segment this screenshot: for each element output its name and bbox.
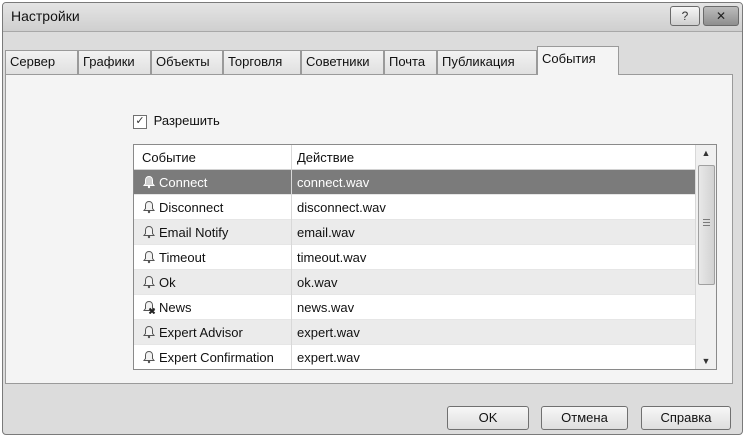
event-name: Expert Confirmation	[159, 350, 274, 365]
bell-icon	[143, 325, 155, 339]
bell-disabled-icon	[143, 300, 156, 314]
bell-icon	[143, 350, 155, 364]
column-header-action[interactable]: Действие	[297, 150, 354, 165]
event-action[interactable]: disconnect.wav	[297, 200, 386, 215]
table-row[interactable]: Timeout timeout.wav	[134, 245, 697, 270]
scroll-up-arrow-icon[interactable]: ▲	[696, 145, 716, 161]
window-title: Настройки	[11, 8, 80, 24]
table-row[interactable]: Expert Advisor expert.wav	[134, 320, 697, 345]
event-action[interactable]: expert.wav	[297, 350, 360, 365]
event-rows: Connect connect.wav Disconnect disconnec…	[134, 170, 697, 369]
vertical-scrollbar[interactable]: ▲ ▼	[695, 145, 716, 369]
tab-email[interactable]: Почта	[384, 50, 437, 74]
bell-icon	[143, 175, 155, 189]
table-row[interactable]: Connect connect.wav	[134, 170, 697, 195]
event-name: Timeout	[159, 250, 206, 265]
scrollbar-thumb[interactable]	[698, 165, 715, 285]
tab-events[interactable]: События	[537, 46, 619, 75]
ok-button[interactable]: OK	[447, 406, 529, 430]
bell-icon	[143, 250, 155, 264]
event-action[interactable]: email.wav	[297, 225, 355, 240]
help-dialog-button[interactable]: Справка	[641, 406, 731, 430]
cancel-button[interactable]: Отмена	[541, 406, 628, 430]
table-row[interactable]: Expert Confirmation expert.wav	[134, 345, 697, 369]
tab-expert-advisors[interactable]: Советники	[301, 50, 384, 74]
event-action[interactable]: news.wav	[297, 300, 354, 315]
enable-checkbox[interactable]: ✓	[133, 114, 147, 129]
bell-icon	[143, 200, 155, 214]
table-row[interactable]: News news.wav	[134, 295, 697, 320]
event-name: Email Notify	[159, 225, 229, 240]
event-action[interactable]: ok.wav	[297, 275, 337, 290]
enable-label: Разрешить	[153, 113, 220, 128]
event-action[interactable]: connect.wav	[297, 175, 369, 190]
title-bar: Настройки ? ✕	[3, 3, 742, 32]
event-action[interactable]: timeout.wav	[297, 250, 366, 265]
event-name: News	[159, 300, 192, 315]
event-action[interactable]: expert.wav	[297, 325, 360, 340]
bell-icon	[143, 225, 155, 239]
close-button[interactable]: ✕	[703, 6, 739, 26]
event-name: Disconnect	[159, 200, 224, 215]
events-panel: ✓ Разрешить Событие Действие Connect con…	[5, 74, 733, 384]
table-row[interactable]: Ok ok.wav	[134, 270, 697, 295]
tab-server[interactable]: Сервер	[5, 50, 78, 74]
enable-checkbox-row[interactable]: ✓ Разрешить	[133, 113, 220, 129]
event-name: Ok	[159, 275, 176, 290]
scroll-down-arrow-icon[interactable]: ▼	[696, 353, 716, 369]
event-name: Expert Advisor	[159, 325, 243, 340]
tab-charts[interactable]: Графики	[78, 50, 151, 74]
tab-trade[interactable]: Торговля	[223, 50, 301, 74]
events-list[interactable]: Событие Действие Connect connect.wav Dis…	[133, 144, 717, 370]
table-row[interactable]: Disconnect disconnect.wav	[134, 195, 697, 220]
column-header-event[interactable]: Событие	[142, 150, 196, 165]
list-header: Событие Действие	[134, 145, 697, 170]
event-name: Connect	[159, 175, 208, 190]
help-button[interactable]: ?	[670, 6, 700, 26]
table-row[interactable]: Email Notify email.wav	[134, 220, 697, 245]
tab-publisher[interactable]: Публикация	[437, 50, 537, 74]
bell-icon	[143, 275, 155, 289]
tab-objects[interactable]: Объекты	[151, 50, 223, 74]
